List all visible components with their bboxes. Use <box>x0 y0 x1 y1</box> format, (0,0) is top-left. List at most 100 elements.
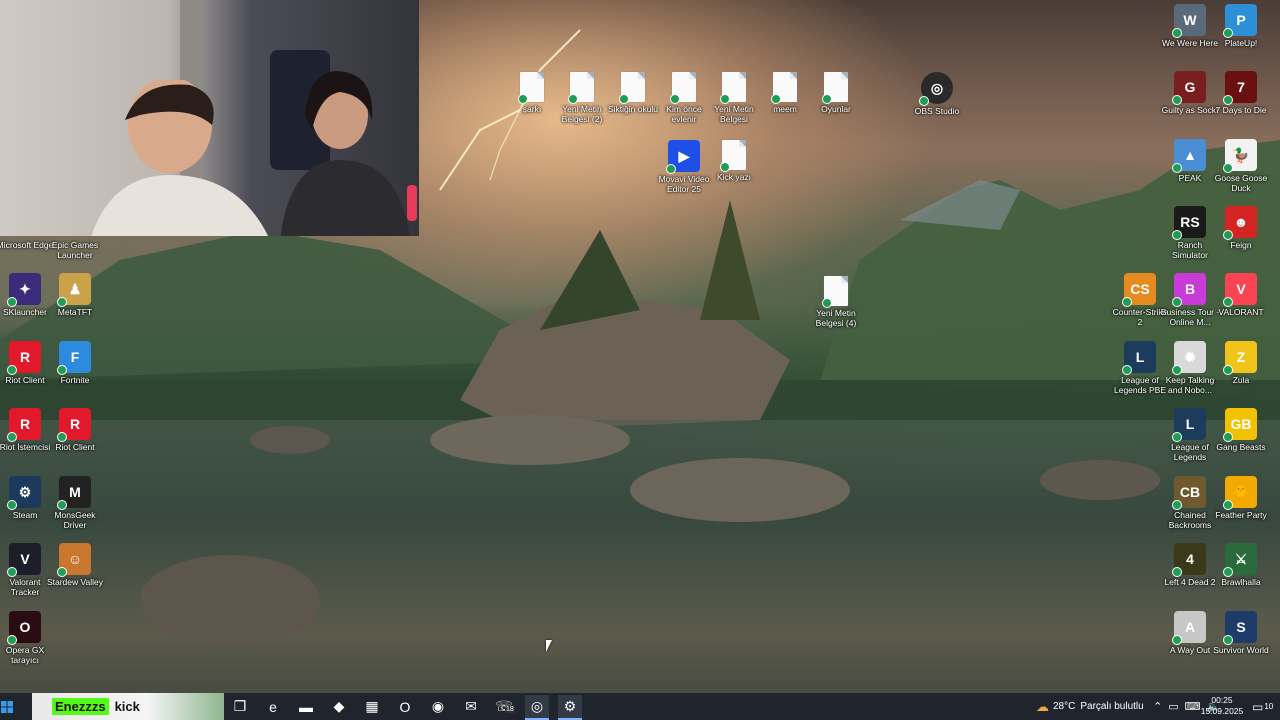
sync-status-icon <box>7 297 17 307</box>
edge-icon[interactable]: e <box>261 695 285 718</box>
riot-client-icon: R <box>7 408 41 442</box>
show-hidden-icons-icon[interactable]: ⌃ <box>1153 700 1162 713</box>
task-view-icon[interactable]: ❐ <box>228 695 252 718</box>
shortcut-label: Riot Client <box>55 442 95 452</box>
shortcut-label: Stardew Valley <box>46 577 104 587</box>
desktop-shortcut[interactable]: Z Zula <box>1211 341 1271 385</box>
start-button[interactable] <box>0 695 14 718</box>
notification-count: 10 <box>1264 702 1274 711</box>
sync-status-icon <box>1223 635 1233 645</box>
sync-status-icon <box>1172 567 1182 577</box>
outlook-icon[interactable]: ✉ <box>459 695 483 718</box>
chained-backrooms-icon: CB <box>1172 476 1206 510</box>
copilot-icon[interactable]: ◆ <box>327 695 351 718</box>
desktop-shortcut[interactable]: Oyunlar <box>806 72 866 114</box>
sync-status-icon <box>822 94 832 104</box>
mouse-cursor-icon <box>546 640 552 652</box>
movavi-icon: ▶ <box>666 140 700 174</box>
sync-status-icon <box>1172 635 1182 645</box>
opera-gx-icon[interactable]: O <box>393 695 417 718</box>
desktop-shortcut[interactable]: ♟ MetaTFT <box>45 273 105 317</box>
steam-icon: ⚙ <box>7 476 41 510</box>
zula-icon: Z <box>1223 341 1257 375</box>
desktop-shortcut[interactable]: 🦆 Goose Goose Duck <box>1211 139 1271 193</box>
survivor-world-icon: S <box>1223 611 1257 645</box>
shortcut-label: Brawlhalla <box>1221 577 1261 587</box>
shortcut-label: Oyunlar <box>821 104 851 114</box>
desktop-shortcut[interactable]: 🐥 Feather Party <box>1211 476 1271 520</box>
shortcut-label: OBS Studio <box>914 106 960 116</box>
sync-status-icon <box>1223 567 1233 577</box>
chrome-icon[interactable]: ◉ <box>426 695 450 718</box>
clock[interactable]: 00:25 15.09.2025 <box>1198 695 1246 717</box>
sync-status-icon <box>1122 297 1132 307</box>
windows-icon <box>1 700 13 713</box>
sklauncher-icon: ✦ <box>7 273 41 307</box>
guest-person-icon <box>280 71 410 236</box>
obs-icon[interactable]: ◎ <box>525 695 549 720</box>
sync-status-icon <box>919 96 929 106</box>
desktop-shortcut[interactable]: F Fortnite <box>45 341 105 385</box>
sync-status-icon <box>57 365 67 375</box>
desktop-shortcut[interactable]: O Opera GX tarayıcı <box>0 611 55 665</box>
valorant-icon: V <box>1223 273 1257 307</box>
taskbar: Enezzzs kick ❐ e ▬ ◆ ▦ O ◉ ✉ ☏ 18 ◎ ⚙ ☁ 28°C Parçal… <box>0 693 1280 720</box>
desktop-shortcut[interactable]: ⚔ Brawlhalla <box>1211 543 1271 587</box>
shortcut-label: Gang Beasts <box>1216 442 1266 452</box>
desktop-shortcut[interactable]: ☺ Stardew Valley <box>45 543 105 587</box>
shortcut-label: Epic Games Launcher <box>51 240 99 260</box>
shortcut-label: 7 Days to Die <box>1215 105 1267 115</box>
desktop-shortcut[interactable]: R Riot Client <box>45 408 105 452</box>
goose-goose-duck-icon: 🦆 <box>1223 139 1257 173</box>
desktop-shortcut[interactable]: V VALORANT <box>1211 273 1271 317</box>
kick-overlay: Enezzzs kick <box>32 693 224 720</box>
weather-widget[interactable]: ☁ 28°C Parçalı bulutlu <box>1036 693 1144 720</box>
desktop-shortcut[interactable]: GB Gang Beasts <box>1211 408 1271 452</box>
store-icon[interactable]: ▦ <box>360 695 384 718</box>
clock-date: 15.09.2025 <box>1200 706 1244 716</box>
sync-status-icon <box>7 635 17 645</box>
we-were-here-icon: W <box>1172 4 1206 38</box>
notification-center-button[interactable]: ▭ 10 <box>1252 693 1273 720</box>
desktop-shortcut[interactable]: 77 Days to Die <box>1211 71 1271 115</box>
riot-client-icon: R <box>7 341 41 375</box>
sync-status-icon <box>822 298 832 308</box>
sync-status-icon <box>1172 500 1182 510</box>
unread-badge: 18 <box>505 706 515 713</box>
sync-status-icon <box>720 94 730 104</box>
sync-status-icon <box>1172 230 1182 240</box>
sync-status-icon <box>720 162 730 172</box>
network-icon[interactable]: ▭ <box>1168 700 1178 713</box>
file-explorer-icon[interactable]: ▬ <box>294 695 318 718</box>
desktop-shortcut[interactable]: Yeni Metin Belgesi (4) <box>806 276 866 328</box>
sync-status-icon <box>7 365 17 375</box>
document-icon <box>518 72 544 104</box>
shortcut-label: Goose Goose Duck <box>1214 173 1268 193</box>
guilty-as-sock-icon: G <box>1172 71 1206 105</box>
sync-status-icon <box>57 567 67 577</box>
desktop-shortcut[interactable]: Kick yazı <box>704 140 764 182</box>
sync-status-icon <box>1223 28 1233 38</box>
sync-status-icon <box>1172 95 1182 105</box>
shortcut-label: PlateUp! <box>1224 38 1258 48</box>
shortcut-label: Zula <box>1232 375 1250 385</box>
sync-status-icon <box>1172 163 1182 173</box>
desktop-shortcut[interactable]: S Survivor World <box>1211 611 1271 655</box>
valorant-tracker-icon: V <box>7 543 41 577</box>
weather-temp: 28°C <box>1053 701 1076 712</box>
shortcut-label: Kick yazı <box>716 172 751 182</box>
desktop-shortcut[interactable]: P PlateUp! <box>1211 4 1271 48</box>
lol-icon: L <box>1172 408 1206 442</box>
desktop-shortcut[interactable]: EPICEpic Games Launcher <box>45 206 105 260</box>
keep-talking-icon: ✹ <box>1172 341 1206 375</box>
document-icon <box>771 72 797 104</box>
sync-status-icon <box>1172 432 1182 442</box>
desktop-shortcut[interactable]: ◎ OBS Studio <box>907 72 967 116</box>
sync-status-icon <box>1172 28 1182 38</box>
sync-status-icon <box>1223 500 1233 510</box>
desktop-shortcut[interactable]: ☻ Feign <box>1211 206 1271 250</box>
sync-status-icon <box>1223 297 1233 307</box>
document-icon <box>670 72 696 104</box>
steam-icon[interactable]: ⚙ <box>558 695 582 720</box>
desktop-shortcut[interactable]: M MonsGeek Driver <box>45 476 105 530</box>
